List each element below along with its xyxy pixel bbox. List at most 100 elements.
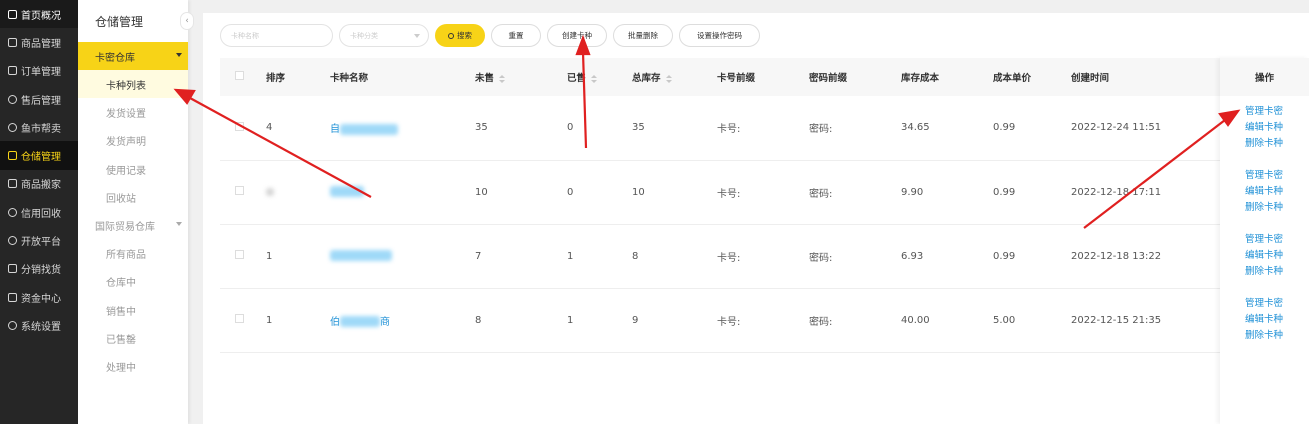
- sort-icon[interactable]: [591, 74, 598, 83]
- edit-card-type-link[interactable]: 编辑卡种: [1245, 120, 1309, 136]
- warehouse-icon: [8, 151, 17, 161]
- cell-cost: 34.65: [901, 96, 993, 161]
- cell-unsold: 8: [475, 288, 567, 353]
- cell-pwd-prefix: 密码:: [809, 288, 901, 353]
- cell-unit-cost: 0.99: [993, 96, 1071, 161]
- col-card-prefix: 卡号前缀: [717, 58, 809, 96]
- group-label: 卡密仓库: [95, 52, 135, 64]
- nav-item-orders[interactable]: 订单管理: [0, 57, 78, 85]
- card-category-select[interactable]: 卡种分类: [339, 24, 429, 47]
- cell-index: 4: [266, 96, 330, 161]
- set-password-button[interactable]: 设置操作密码: [679, 24, 760, 47]
- row-checkbox[interactable]: [235, 314, 244, 323]
- nav-item-products[interactable]: 商品管理: [0, 28, 78, 56]
- sort-icon[interactable]: [665, 74, 672, 83]
- nav-item-distribution[interactable]: 分销找货: [0, 255, 78, 283]
- cell-cost: 40.00: [901, 288, 993, 353]
- cell-name[interactable]: [330, 224, 475, 289]
- caret-down-icon: [176, 222, 182, 227]
- subnav-item-sold-out[interactable]: 已售罄: [78, 324, 188, 352]
- cell-sold: 1: [567, 224, 632, 289]
- nav-item-funds[interactable]: 资金中心: [0, 283, 78, 311]
- nav-item-label: 首页概况: [21, 10, 61, 22]
- col-unit-cost: 成本单价: [993, 58, 1071, 96]
- col-pwd-prefix: 密码前缀: [809, 58, 901, 96]
- cell-cost: 9.90: [901, 160, 993, 225]
- caret-down-icon: [176, 53, 182, 57]
- manage-cards-link[interactable]: 管理卡密: [1245, 232, 1309, 248]
- edit-card-type-link[interactable]: 编辑卡种: [1245, 248, 1309, 264]
- col-cost: 库存成本: [901, 58, 993, 96]
- nav-item-recycle[interactable]: 信用回收: [0, 198, 78, 226]
- nav-item-home[interactable]: 首页概况: [0, 0, 78, 29]
- cell-sold: 0: [567, 96, 632, 161]
- nav-item-market[interactable]: 鱼市帮卖: [0, 113, 78, 141]
- batch-delete-button[interactable]: 批量删除: [613, 24, 673, 47]
- manage-cards-link[interactable]: 管理卡密: [1245, 296, 1309, 312]
- col-label: 总库存: [632, 73, 661, 84]
- grid-icon: [8, 9, 17, 19]
- nav-item-aftersale[interactable]: 售后管理: [0, 85, 78, 113]
- app-root: 首页概况 商品管理 订单管理 售后管理 鱼市帮卖 仓储管理 商品搬家 信用回收 …: [0, 0, 1309, 424]
- subnav-item-card-types[interactable]: 卡种列表: [78, 70, 188, 99]
- subnav-item-all-products[interactable]: 所有商品: [78, 239, 188, 267]
- cell-name[interactable]: 自: [330, 96, 475, 161]
- nav-item-label: 信用回收: [21, 208, 61, 220]
- manage-cards-link[interactable]: 管理卡密: [1245, 104, 1309, 120]
- card-name-input[interactable]: 卡种名称: [220, 24, 333, 47]
- subnav-item-processing[interactable]: 处理中: [78, 353, 188, 381]
- row-checkbox[interactable]: [235, 250, 244, 259]
- wallet-icon: [8, 292, 17, 302]
- main-panel: 卡种名称 卡种分类 搜索 重置 创建卡种 批量删除 设置操作密码 排序 卡种名称…: [203, 13, 1309, 424]
- cell-unit-cost: 5.00: [993, 288, 1071, 353]
- nav-item-label: 分销找货: [21, 265, 61, 277]
- search-button[interactable]: 搜索: [435, 24, 485, 47]
- cell-card-prefix: 卡号:: [717, 96, 809, 161]
- cell-total: 8: [632, 224, 717, 289]
- col-total[interactable]: 总库存: [632, 58, 717, 96]
- button-label: 搜索: [457, 31, 472, 40]
- name-link-tail[interactable]: 商: [380, 317, 390, 328]
- subnav-group-card-warehouse[interactable]: 卡密仓库: [78, 42, 188, 70]
- subnav-item-in-warehouse[interactable]: 仓库中: [78, 268, 188, 296]
- table-row: 1 7 1 8 卡号: 密码: 6.93 0.99 2022-12-18 13:…: [220, 224, 1220, 289]
- cell-name[interactable]: 伯商: [330, 288, 475, 353]
- col-sold[interactable]: 已售: [567, 58, 632, 96]
- delete-card-type-link[interactable]: 删除卡种: [1245, 136, 1309, 152]
- row-checkbox[interactable]: [235, 186, 244, 195]
- nav-item-platform[interactable]: 开放平台: [0, 226, 78, 254]
- table-row: 1 伯商 8 1 9 卡号: 密码: 40.00 5.00 2022-12-15…: [220, 288, 1220, 353]
- ops-cell: 管理卡密 编辑卡种 删除卡种: [1220, 96, 1309, 160]
- edit-card-type-link[interactable]: 编辑卡种: [1245, 184, 1309, 200]
- subnav-group-intl-warehouse[interactable]: 国际贸易仓库: [78, 211, 188, 239]
- collapse-icon[interactable]: ‹: [180, 12, 194, 30]
- cell-name[interactable]: [330, 160, 475, 225]
- subnav-item-delivery-statement[interactable]: 发货声明: [78, 127, 188, 155]
- nav-item-label: 开放平台: [21, 237, 61, 249]
- nav-item-warehouse[interactable]: 仓储管理: [0, 141, 78, 170]
- delete-card-type-link[interactable]: 删除卡种: [1245, 264, 1309, 280]
- subnav-item-usage-log[interactable]: 使用记录: [78, 155, 188, 183]
- name-link[interactable]: 自: [330, 124, 340, 135]
- subnav-item-recycle-bin[interactable]: 回收站: [78, 183, 188, 211]
- select-all-checkbox[interactable]: [235, 71, 244, 80]
- nav-item-label: 系统设置: [21, 321, 61, 333]
- subnav-item-on-sale[interactable]: 销售中: [78, 296, 188, 324]
- row-checkbox[interactable]: [235, 121, 244, 131]
- nav-item-settings[interactable]: 系统设置: [0, 311, 78, 339]
- sort-icon[interactable]: [499, 74, 506, 83]
- reset-button[interactable]: 重置: [491, 24, 541, 47]
- create-card-type-button[interactable]: 创建卡种: [547, 24, 607, 47]
- name-link[interactable]: 伯: [330, 317, 340, 328]
- cell-index: 1: [266, 224, 330, 289]
- nav-item-move[interactable]: 商品搬家: [0, 170, 78, 198]
- recycle-icon: [8, 207, 17, 217]
- edit-card-type-link[interactable]: 编辑卡种: [1245, 312, 1309, 328]
- delete-card-type-link[interactable]: 删除卡种: [1245, 328, 1309, 344]
- delete-card-type-link[interactable]: 删除卡种: [1245, 200, 1309, 216]
- col-unsold[interactable]: 未售: [475, 58, 567, 96]
- ops-cell: 管理卡密 编辑卡种 删除卡种: [1220, 224, 1309, 288]
- subnav-item-delivery-settings[interactable]: 发货设置: [78, 98, 188, 126]
- cell-unit-cost: 0.99: [993, 224, 1071, 289]
- manage-cards-link[interactable]: 管理卡密: [1245, 168, 1309, 184]
